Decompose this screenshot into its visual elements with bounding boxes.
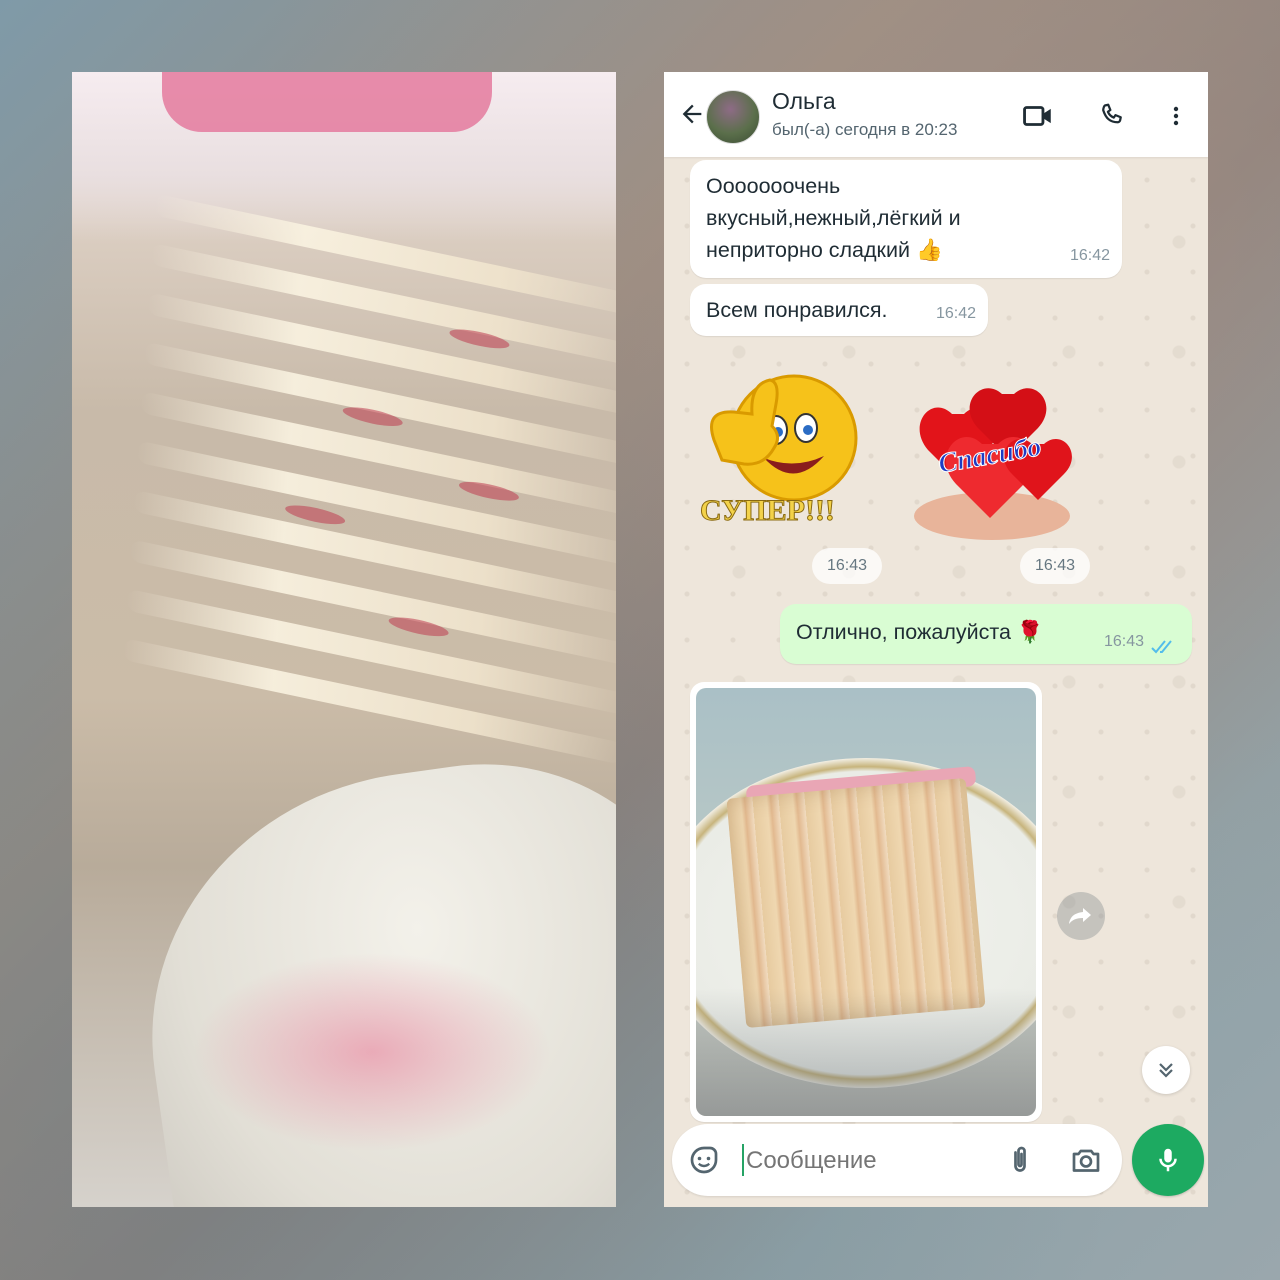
sticker-button[interactable] <box>686 1142 722 1178</box>
photo-shadow <box>696 988 1036 1116</box>
whatsapp-chat-screen: Ольга был(-а) сегодня в 20:23 Ооооооочен… <box>664 72 1208 1207</box>
message-bubble-outgoing[interactable]: Отлично, пожалуйста 🌹 16:43 <box>780 604 1192 664</box>
camera-icon <box>1072 1149 1100 1172</box>
attach-icon <box>1014 1146 1026 1172</box>
camera-button[interactable] <box>1068 1142 1104 1178</box>
message-bubble-incoming[interactable]: Ооооооочень вкусный,нежный,лёгкий и непр… <box>690 160 1122 278</box>
message-text-line: Ооооооочень <box>706 174 841 198</box>
image-message[interactable] <box>690 682 1042 1122</box>
cake-layers <box>108 174 616 970</box>
message-time: 16:42 <box>1069 247 1110 264</box>
message-text: Всем понравился. <box>706 298 888 322</box>
message-composer[interactable] <box>672 1124 1122 1196</box>
contact-name[interactable]: Ольга <box>772 88 836 115</box>
voice-call-button[interactable] <box>1092 96 1132 136</box>
contact-avatar[interactable] <box>706 90 760 144</box>
forward-button[interactable] <box>1057 892 1105 940</box>
pink-cream-smear <box>192 952 552 1152</box>
voice-message-button[interactable] <box>1132 1124 1204 1196</box>
message-time: 16:43 <box>1020 548 1090 584</box>
chat-header: Ольга был(-а) сегодня в 20:23 <box>664 72 1208 157</box>
message-text-line: вкусный,нежный,лёгкий и <box>706 206 961 230</box>
phone-icon <box>1102 103 1122 124</box>
more-menu-icon <box>1173 106 1179 126</box>
last-seen-status: был(-а) сегодня в 20:23 <box>772 120 958 139</box>
message-time: 16:43 <box>812 548 882 584</box>
sticker-thanks[interactable]: Спасибо <box>912 384 1082 544</box>
cake-topper-decoration <box>162 72 492 132</box>
message-time: 16:42 <box>935 305 976 322</box>
back-arrow-icon <box>682 104 702 124</box>
video-call-icon <box>1023 106 1051 126</box>
attach-button[interactable] <box>1002 1142 1038 1178</box>
mic-icon <box>1159 1148 1177 1172</box>
scroll-down-icon <box>1159 1063 1173 1078</box>
message-text-line: неприторно сладкий 👍 <box>706 238 943 262</box>
scroll-to-bottom-button[interactable] <box>1142 1046 1190 1094</box>
message-time: 16:43 <box>1103 633 1144 650</box>
sticker-super[interactable]: СУПЕР!!! <box>694 360 884 540</box>
video-call-button[interactable] <box>1018 96 1058 136</box>
forward-icon <box>1069 908 1091 924</box>
read-receipt-icon <box>1151 640 1172 654</box>
sticker-caption: СУПЕР!!! <box>700 494 836 528</box>
message-bubble-incoming[interactable]: Всем понравился. 16:42 <box>690 284 988 336</box>
sticker-icon <box>690 1146 718 1174</box>
more-menu-button[interactable] <box>1156 96 1196 136</box>
message-input[interactable] <box>744 1138 988 1184</box>
message-text: Отлично, пожалуйста 🌹 <box>796 620 1044 644</box>
cake-slice-photo <box>72 72 616 1207</box>
cake-slice-photo[interactable] <box>696 688 1036 1116</box>
